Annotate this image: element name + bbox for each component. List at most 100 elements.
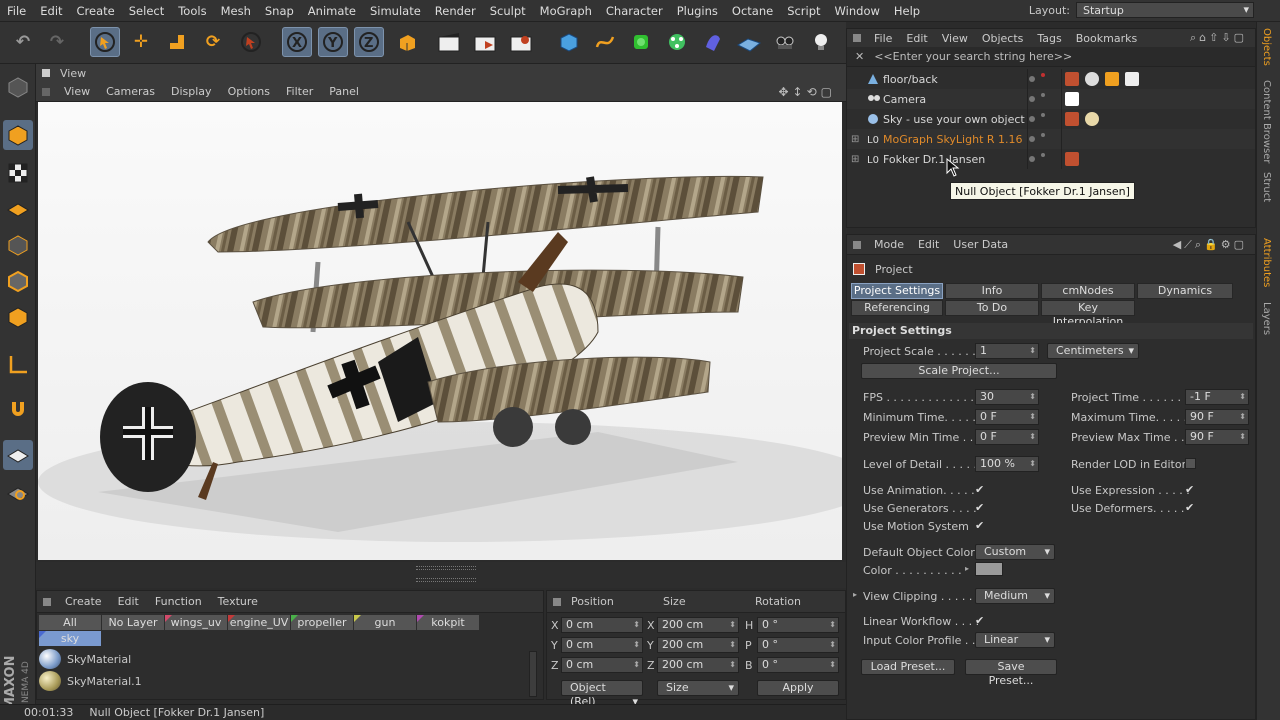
viewport-nav-icons[interactable]: ✥↕⟲▢ xyxy=(778,85,836,99)
material-menu-edit[interactable]: Edit xyxy=(110,595,147,608)
pos-z-field[interactable]: 0 cm ⬍ xyxy=(561,657,643,673)
mograph-cloner-icon[interactable] xyxy=(662,27,692,57)
workplane-icon[interactable] xyxy=(3,194,33,224)
layer-filter-gun[interactable]: gun xyxy=(354,615,416,630)
rot-p-field[interactable]: 0 ° ⬍ xyxy=(757,637,839,653)
coordinate-mode-dropdown[interactable]: Object (Rel) ▾ xyxy=(561,680,643,708)
move-icon[interactable]: ✛ xyxy=(126,27,156,57)
layer-filter-all[interactable]: All xyxy=(39,615,101,630)
size-y-field[interactable]: 200 cm ⬍ xyxy=(657,637,739,653)
panel-separator[interactable] xyxy=(36,562,846,588)
attr-menu-edit[interactable]: Edit xyxy=(911,238,946,251)
object-menu-edit[interactable]: Edit xyxy=(899,32,934,45)
size-z-field[interactable]: 200 cm ⬍ xyxy=(657,657,739,673)
y-axis-icon[interactable]: Y xyxy=(318,27,348,57)
preview-min-time-field[interactable]: 0 F ⬍ xyxy=(975,429,1039,445)
layer-filter-kokpit[interactable]: kokpit xyxy=(417,615,479,630)
save-preset-button[interactable]: Save Preset... xyxy=(965,659,1057,687)
pos-y-field[interactable]: 0 cm ⬍ xyxy=(561,637,643,653)
expand-arrow-icon[interactable]: ▸ xyxy=(965,564,969,573)
level-of-detail-field[interactable]: 100 % ⬍ xyxy=(975,456,1039,472)
3d-viewport[interactable] xyxy=(38,102,842,560)
menu-edit[interactable]: Edit xyxy=(33,4,69,18)
close-icon[interactable]: ✕ xyxy=(855,50,864,63)
deformer-icon[interactable] xyxy=(698,27,728,57)
viewport-menu-panel[interactable]: Panel xyxy=(321,85,367,98)
menu-octane[interactable]: Octane xyxy=(725,4,780,18)
tab-objects-vertical[interactable]: Objects xyxy=(1261,28,1272,66)
menu-create[interactable]: Create xyxy=(70,4,122,18)
attr-menu-userdata[interactable]: User Data xyxy=(946,238,1015,251)
color-swatch[interactable] xyxy=(975,562,1003,576)
material-tag-icon[interactable] xyxy=(1085,112,1099,126)
edges-mode-icon[interactable] xyxy=(3,266,33,296)
render-lod-checkbox[interactable] xyxy=(1185,458,1196,469)
x-axis-icon[interactable]: X xyxy=(282,27,312,57)
tab-attributes-vertical[interactable]: Attributes xyxy=(1261,238,1272,287)
viewport-menu-view[interactable]: View xyxy=(56,85,98,98)
tab-layers-vertical[interactable]: Layers xyxy=(1261,302,1272,335)
tab-todo[interactable]: To Do xyxy=(945,300,1039,316)
make-editable-icon[interactable] xyxy=(3,72,33,102)
texture-mode-icon[interactable] xyxy=(3,158,33,188)
viewport-menu-filter[interactable]: Filter xyxy=(278,85,321,98)
points-mode-icon[interactable] xyxy=(3,230,33,260)
tab-cmnodes[interactable]: cmNodes xyxy=(1041,283,1135,299)
material-menu-create[interactable]: Create xyxy=(57,595,110,608)
editor-visibility-dot[interactable] xyxy=(1029,156,1035,162)
menu-window[interactable]: Window xyxy=(828,4,887,18)
rotate-icon[interactable]: ⟳ xyxy=(198,27,228,57)
render-picture-viewer-icon[interactable] xyxy=(470,27,500,57)
material-menu-function[interactable]: Function xyxy=(147,595,210,608)
object-row[interactable]: Sky - use your own object xyxy=(847,109,1255,129)
object-search-input[interactable]: <<Enter your search string here>> xyxy=(874,50,1072,63)
undo-icon[interactable]: ↶ xyxy=(8,27,38,57)
texture-tag-icon[interactable] xyxy=(1065,72,1079,86)
tab-referencing[interactable]: Referencing xyxy=(851,300,943,316)
tab-struct-vertical[interactable]: Struct xyxy=(1261,172,1272,202)
editor-visibility-dot[interactable] xyxy=(1029,136,1035,142)
minimum-time-field[interactable]: 0 F ⬍ xyxy=(975,409,1039,425)
material-scrollbar[interactable] xyxy=(529,651,537,697)
menu-plugins[interactable]: Plugins xyxy=(670,4,725,18)
viewport-menu-options[interactable]: Options xyxy=(220,85,278,98)
panel-square-icon[interactable] xyxy=(42,69,50,77)
material-item[interactable]: SkyMaterial.1 xyxy=(37,670,543,692)
object-row[interactable]: Camera xyxy=(847,89,1255,109)
object-row[interactable]: ⊞ L0 MoGraph SkyLight R 1.16 xyxy=(847,129,1255,149)
menu-render[interactable]: Render xyxy=(428,4,483,18)
layer-filter-no-layer[interactable]: No Layer xyxy=(102,615,164,630)
default-object-color-dropdown[interactable]: Custom ▾ xyxy=(975,544,1055,560)
menu-snap[interactable]: Snap xyxy=(258,4,301,18)
cube-icon[interactable] xyxy=(554,27,584,57)
object-row[interactable]: ⊞ L0 Fokker Dr.1 Jansen xyxy=(847,149,1255,169)
pos-x-field[interactable]: 0 cm ⬍ xyxy=(561,617,643,633)
view-clipping-dropdown[interactable]: Medium ▾ xyxy=(975,588,1055,604)
menu-animate[interactable]: Animate xyxy=(301,4,363,18)
tab-info[interactable]: Info xyxy=(945,283,1039,299)
layer-filter-propeller[interactable]: propeller xyxy=(291,615,353,630)
object-row[interactable]: floor/back xyxy=(847,69,1255,89)
viewport-menu-cameras[interactable]: Cameras xyxy=(98,85,163,98)
scale-project-button[interactable]: Scale Project... xyxy=(861,363,1057,379)
apply-button[interactable]: Apply xyxy=(757,680,839,696)
expand-icon[interactable]: ⊞ xyxy=(851,154,859,165)
phong-tag-icon[interactable] xyxy=(1105,72,1119,86)
project-scale-field[interactable]: 1 ⬍ xyxy=(975,343,1039,359)
use-motion-system-checkbox[interactable]: ✔ xyxy=(975,520,986,531)
render-visibility-dot[interactable] xyxy=(1041,93,1045,97)
model-mode-icon[interactable] xyxy=(3,120,33,150)
layout-dropdown[interactable]: Startup ▾ xyxy=(1076,2,1254,18)
use-animation-checkbox[interactable]: ✔ xyxy=(975,484,986,495)
editor-visibility-dot[interactable] xyxy=(1029,116,1035,122)
expand-icon[interactable]: ⊞ xyxy=(851,134,859,145)
spline-icon[interactable] xyxy=(590,27,620,57)
layer-filter-wings-uv[interactable]: wings_uv xyxy=(165,615,227,630)
menu-mograph[interactable]: MoGraph xyxy=(533,4,599,18)
nurbs-icon[interactable] xyxy=(626,27,656,57)
polygons-mode-icon[interactable] xyxy=(3,302,33,332)
editor-visibility-dot[interactable] xyxy=(1029,96,1035,102)
load-preset-button[interactable]: Load Preset... xyxy=(861,659,955,675)
render-settings-icon[interactable] xyxy=(506,27,536,57)
render-visibility-dot[interactable] xyxy=(1041,153,1045,157)
